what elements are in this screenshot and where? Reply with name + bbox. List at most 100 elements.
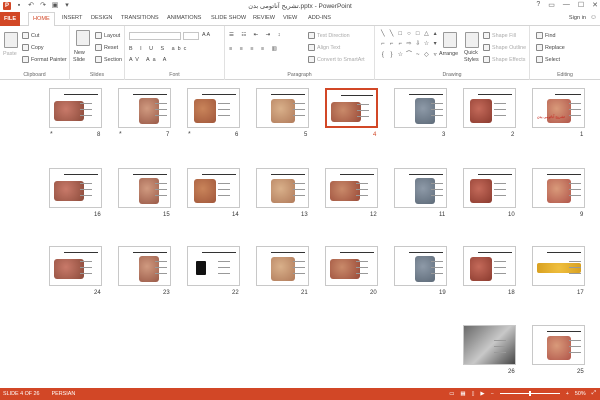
tab-design[interactable]: DESIGN xyxy=(91,15,112,21)
more-shapes-icon[interactable]: ▴ xyxy=(431,30,439,39)
oval-shape-icon[interactable]: ○ xyxy=(405,30,413,39)
slide-thumbnail[interactable] xyxy=(49,88,102,128)
arrange-button[interactable]: Arrange xyxy=(439,51,458,57)
shapes-more-icon[interactable]: ▿ xyxy=(431,51,439,60)
triangle-shape-icon[interactable]: △ xyxy=(423,30,431,39)
font-name-box[interactable] xyxy=(129,32,181,40)
maximize-button[interactable]: ☐ xyxy=(578,1,584,9)
arrow-right-shape-icon[interactable]: ⇨ xyxy=(405,40,413,49)
paste-button[interactable]: Paste xyxy=(3,51,17,57)
slide-thumbnail[interactable] xyxy=(463,88,516,128)
wave-shape-icon[interactable]: ~ xyxy=(414,51,422,60)
new-slide-icon[interactable] xyxy=(76,30,90,46)
copy-button[interactable]: Copy xyxy=(22,44,44,51)
language-indicator[interactable]: PERSIAN xyxy=(52,391,76,397)
new-slide-button[interactable]: New xyxy=(74,50,85,56)
grow-font-icon[interactable]: A A xyxy=(202,32,210,38)
slide-thumbnail[interactable] xyxy=(532,168,585,208)
paste-icon[interactable] xyxy=(4,32,18,48)
slide-thumbnail[interactable] xyxy=(49,168,102,208)
convert-smartart-button[interactable]: Convert to SmartArt xyxy=(308,56,365,63)
quick-styles-icon[interactable] xyxy=(465,32,479,48)
brace-shape-icon[interactable]: { xyxy=(379,51,387,60)
new-slide-button-label2[interactable]: Slide xyxy=(73,57,85,63)
slide-thumbnail[interactable] xyxy=(394,88,447,128)
alignment-buttons[interactable]: ≡ ≡ ≡ ≡ ▥ xyxy=(229,46,280,52)
slide-thumbnail[interactable] xyxy=(463,325,516,365)
slide-thumbnail[interactable] xyxy=(325,88,378,128)
slide-sorter-view-icon[interactable]: ▦ xyxy=(460,391,465,397)
tab-transitions[interactable]: TRANSITIONS xyxy=(121,15,159,21)
help-button[interactable]: ? xyxy=(536,1,540,9)
slide-thumbnail[interactable] xyxy=(49,246,102,286)
star-shape-icon[interactable]: ☆ xyxy=(423,40,431,49)
tab-review[interactable]: REVIEW xyxy=(253,15,275,21)
zoom-level[interactable]: 50% xyxy=(575,391,586,397)
layout-button[interactable]: Layout xyxy=(95,32,120,39)
line-shape-icon[interactable]: ╲ xyxy=(379,30,387,39)
replace-button[interactable]: Replace xyxy=(536,44,565,51)
star2-shape-icon[interactable]: ☆ xyxy=(396,51,404,60)
shape-effects-button[interactable]: Shape Effects xyxy=(483,56,525,63)
normal-view-icon[interactable]: ▭ xyxy=(449,391,454,397)
zoom-in-icon[interactable]: + xyxy=(566,391,569,397)
elbow-shape-icon[interactable]: ⌐ xyxy=(396,40,404,49)
slide-thumbnail[interactable] xyxy=(463,168,516,208)
brace2-shape-icon[interactable]: } xyxy=(388,51,396,60)
rect-shape-icon[interactable]: □ xyxy=(396,30,404,39)
slide-thumbnail[interactable] xyxy=(463,246,516,286)
slide-thumbnail[interactable] xyxy=(187,88,240,128)
tab-home[interactable]: HOME xyxy=(28,12,55,27)
feedback-smiley-icon[interactable]: ☺ xyxy=(590,14,597,21)
font-format-buttons[interactable]: B I U S abc xyxy=(129,46,189,52)
arrow-shape-icon[interactable]: ╲ xyxy=(388,30,396,39)
cut-button[interactable]: Cut xyxy=(22,32,39,39)
slide-thumbnail[interactable] xyxy=(325,246,378,286)
slide-thumbnail[interactable] xyxy=(118,168,171,208)
tab-add-ins[interactable]: ADD-INS xyxy=(308,15,331,21)
slide-thumbnail[interactable] xyxy=(256,246,309,286)
quick-styles-button[interactable]: Quick xyxy=(464,50,478,56)
slide-thumbnail[interactable] xyxy=(532,325,585,365)
slide-thumbnail[interactable] xyxy=(187,246,240,286)
find-button[interactable]: Find xyxy=(536,32,556,39)
tab-view[interactable]: VIEW xyxy=(283,15,297,21)
curve-shape-icon[interactable]: ⌒ xyxy=(405,51,413,60)
zoom-slider-thumb[interactable] xyxy=(528,391,531,396)
slide-thumbnail[interactable] xyxy=(256,168,309,208)
line2-shape-icon[interactable]: ⌐ xyxy=(379,40,387,49)
slide-thumbnail[interactable] xyxy=(325,168,378,208)
tab-insert[interactable]: INSERT xyxy=(62,15,82,21)
slide-thumbnail[interactable]: تشریح آناتومی بدن xyxy=(532,88,585,128)
close-button[interactable]: ✕ xyxy=(592,1,598,9)
zoom-slider[interactable] xyxy=(499,391,560,396)
slide-thumbnail[interactable] xyxy=(187,168,240,208)
select-button[interactable]: Select xyxy=(536,56,560,63)
reading-view-icon[interactable]: ▯ xyxy=(471,391,474,397)
tab-slide-show[interactable]: SLIDE SHOW xyxy=(211,15,246,21)
slide-thumbnail[interactable] xyxy=(394,168,447,208)
list-buttons[interactable]: ☰ ☷ ⇤ ⇥ ↕ xyxy=(229,32,283,38)
slide-thumbnail[interactable] xyxy=(532,246,585,286)
slide-thumbnail[interactable] xyxy=(118,246,171,286)
slide-thumbnail[interactable] xyxy=(394,246,447,286)
font-color-buttons[interactable]: AV Aa A xyxy=(129,57,169,63)
text-direction-button[interactable]: Text Direction xyxy=(308,32,350,39)
tab-file[interactable]: FILE xyxy=(0,12,20,26)
slide-show-view-icon[interactable]: ▶ xyxy=(480,391,484,397)
shapes-down-icon[interactable]: ▾ xyxy=(431,40,439,49)
format-painter-button[interactable]: Format Painter xyxy=(22,56,67,63)
arrow-down-shape-icon[interactable]: ⇩ xyxy=(414,40,422,49)
shape-outline-button[interactable]: Shape Outline xyxy=(483,44,526,51)
reset-button[interactable]: Reset xyxy=(95,44,118,51)
quick-styles-button-label2[interactable]: Styles xyxy=(464,57,479,63)
ribbon-display-options-button[interactable]: ▭ xyxy=(548,1,555,9)
zoom-out-icon[interactable]: − xyxy=(491,391,494,397)
tab-animations[interactable]: ANIMATIONS xyxy=(167,15,201,21)
align-text-button[interactable]: Align Text xyxy=(308,44,340,51)
fit-to-window-icon[interactable]: ⤢ xyxy=(592,390,596,397)
shapes-gallery[interactable]: ╲ ╲ □ ○ □ △ ▴ ⌐ ⌐ ⌐ ⇨ ⇩ ☆ ▾ { } ☆ ⌒ ~ ◇ … xyxy=(379,30,439,60)
rect2-shape-icon[interactable]: □ xyxy=(414,30,422,39)
section-button[interactable]: Section xyxy=(95,56,122,63)
font-size-box[interactable] xyxy=(183,32,199,40)
